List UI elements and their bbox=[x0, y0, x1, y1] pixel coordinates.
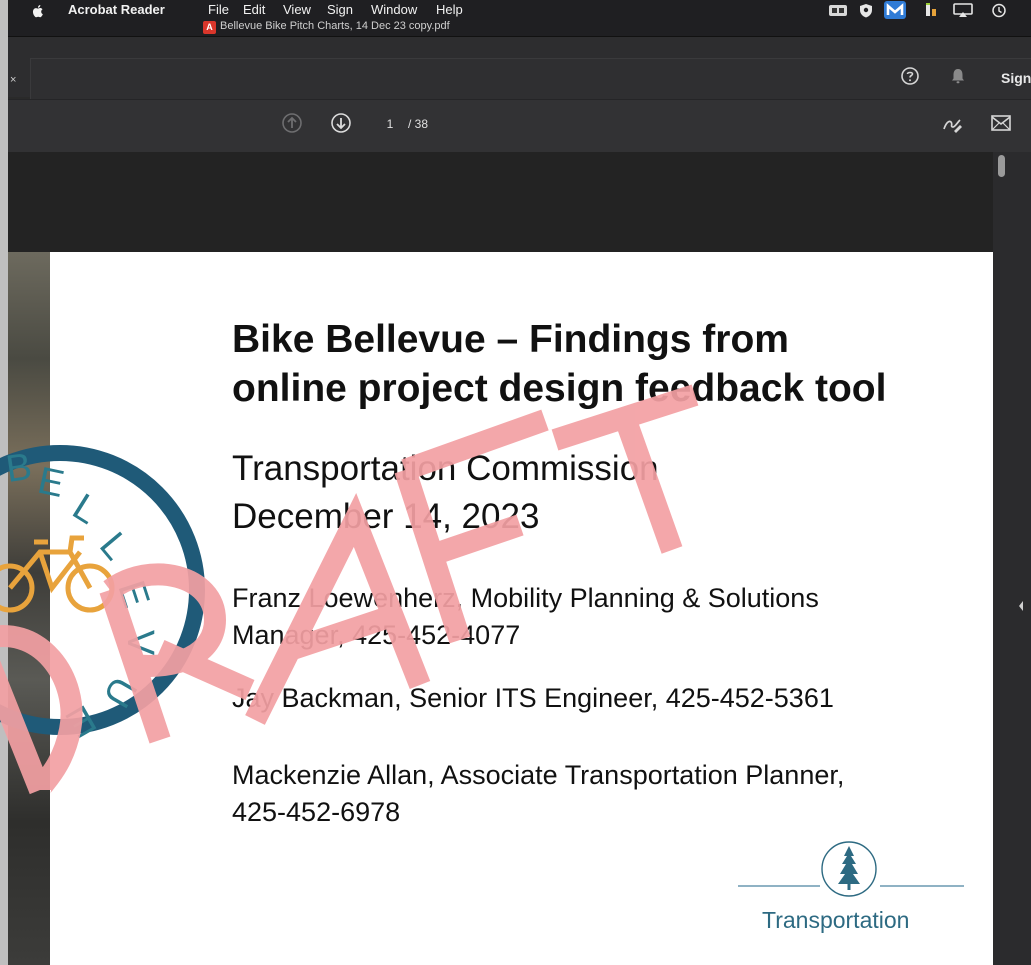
page-total-label: / 38 bbox=[408, 117, 429, 131]
menu-sign[interactable]: Sign bbox=[327, 2, 353, 17]
presenter-3-line2: 425-452-6978 bbox=[232, 797, 401, 827]
page-gap bbox=[8, 152, 993, 252]
presenter-1-line2: Manager, 425-452-4077 bbox=[232, 620, 521, 650]
page-toolbar bbox=[0, 99, 1031, 152]
slide-title-line2: online project design feedback tool bbox=[232, 367, 887, 410]
svg-text:E: E bbox=[109, 576, 157, 613]
menu-file[interactable]: File bbox=[208, 2, 229, 17]
apple-icon[interactable] bbox=[30, 3, 46, 19]
menu-bar: Acrobat Reader File Edit View Sign Windo… bbox=[0, 0, 1031, 37]
document-title-row: A Bellevue Bike Pitch Charts, 14 Dec 23 … bbox=[0, 20, 1031, 36]
menu-edit[interactable]: Edit bbox=[243, 2, 265, 17]
menu-window[interactable]: Window bbox=[371, 2, 417, 17]
pen-sign-icon[interactable] bbox=[940, 111, 964, 135]
sign-in-link[interactable]: Sign bbox=[1001, 70, 1031, 86]
finder-tray-icon[interactable] bbox=[828, 3, 848, 18]
shield-icon[interactable] bbox=[858, 3, 874, 18]
slide-subtitle-line1: Transportation Commission bbox=[232, 449, 659, 488]
pdf-file-icon: A bbox=[203, 21, 216, 34]
vertical-scrollbar[interactable] bbox=[993, 152, 1031, 965]
malwarebytes-icon[interactable] bbox=[884, 1, 906, 19]
presenter-1-line1: Franz Loewenherz, Mobility Planning & So… bbox=[232, 583, 819, 613]
presenter-2: Jay Backman, Senior ITS Engineer, 425-45… bbox=[232, 683, 834, 713]
arrow-up-circle-icon[interactable] bbox=[281, 112, 303, 134]
arrow-down-circle-icon[interactable] bbox=[330, 112, 352, 134]
logo-divider-left bbox=[738, 885, 820, 887]
slide-subtitle-line2: December 14, 2023 bbox=[232, 497, 540, 536]
document-title: Bellevue Bike Pitch Charts, 14 Dec 23 co… bbox=[220, 20, 450, 32]
tab-close-icon[interactable]: × bbox=[10, 74, 16, 86]
menu-help[interactable]: Help bbox=[436, 2, 463, 17]
presenter-3-line1: Mackenzie Allan, Associate Transportatio… bbox=[232, 760, 845, 790]
svg-text:L: L bbox=[91, 525, 137, 568]
slide-title-line1: Bike Bellevue – Findings from bbox=[232, 318, 789, 361]
svg-text:L: L bbox=[65, 486, 105, 533]
app-menu[interactable]: Acrobat Reader bbox=[68, 2, 165, 17]
svg-text:V: V bbox=[119, 630, 161, 656]
logo-divider-right bbox=[880, 885, 964, 887]
menu-view[interactable]: View bbox=[283, 2, 311, 17]
city-seal-icon bbox=[821, 841, 877, 897]
svg-text:E: E bbox=[34, 460, 68, 506]
airplay-icon[interactable] bbox=[952, 3, 974, 18]
badge-letters: B E L L E V U E bbox=[3, 446, 161, 745]
time-machine-icon[interactable] bbox=[990, 3, 1008, 18]
scrollbar-thumb[interactable] bbox=[998, 155, 1005, 177]
transportation-footer-label: Transportation bbox=[762, 907, 910, 933]
mail-icon[interactable] bbox=[990, 113, 1012, 133]
help-circle-icon[interactable] bbox=[900, 66, 920, 86]
bike-bellevue-badge: B E L L E V U E bbox=[0, 445, 205, 745]
chevron-left-icon[interactable] bbox=[1017, 600, 1025, 612]
document-tab[interactable] bbox=[30, 58, 1031, 99]
page-number-input[interactable]: 1 bbox=[376, 114, 404, 134]
battery-status-icon[interactable] bbox=[924, 3, 938, 18]
bell-icon[interactable] bbox=[948, 66, 968, 86]
